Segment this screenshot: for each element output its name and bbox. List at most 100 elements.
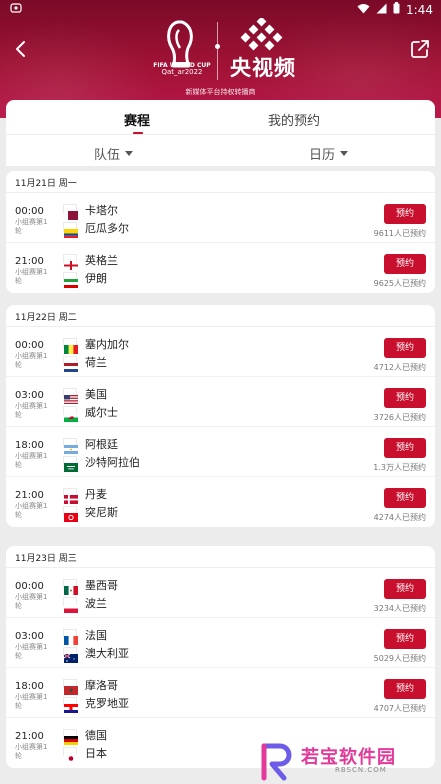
team-away: 威尔士 [85, 406, 118, 419]
team-home: 卡塔尔 [85, 204, 118, 217]
day-group: 11月22日 周二 00:00 小组赛第1轮 塞内加尔 荷兰 预约 4712人已预约 03:0… [6, 305, 435, 527]
reserve-button[interactable]: 预约 [384, 679, 426, 699]
filter-calendar-label: 日历 [309, 148, 336, 163]
japan-flag-icon [63, 747, 78, 763]
reserve-button[interactable]: 预约 [384, 254, 426, 274]
reserve-button[interactable]: 预约 [384, 338, 426, 358]
hero-subtitle: 新媒体平台持权转播商 [185, 88, 256, 96]
match-time: 03:00 [15, 631, 44, 642]
denmark-flag-icon [63, 488, 78, 504]
match-row[interactable]: 18:00 小组赛第1轮 阿根廷 沙特阿拉伯 预约 1.3万人已预约 [6, 427, 435, 477]
match-row[interactable]: 03:00 小组赛第1轮 法国 澳大利亚 预约 5029人已预约 [6, 618, 435, 668]
match-row[interactable]: 18:00 小组赛第1轮 摩洛哥 克罗地亚 预约 4707人已预约 [6, 668, 435, 718]
signal-icon [376, 3, 387, 17]
day-group: 11月21日 周一 00:00 小组赛第1轮 卡塔尔 厄瓜多尔 预约 9611人已预约 21:… [6, 171, 435, 293]
match-time: 00:00 [15, 581, 44, 592]
caret-down-icon [125, 151, 134, 156]
team-away: 厄瓜多尔 [85, 222, 129, 235]
match-stage: 小组赛第1轮 [15, 402, 48, 419]
battery-icon [393, 2, 400, 17]
filter-team-dropdown[interactable]: 队伍 [94, 144, 134, 163]
match-stage: 小组赛第1轮 [15, 452, 48, 469]
poland-flag-icon [63, 597, 78, 613]
team-home: 摩洛哥 [85, 679, 118, 692]
chevron-left-icon [16, 41, 25, 57]
match-stage: 小组赛第1轮 [15, 693, 48, 710]
reservation-count: 3234人已预约 [373, 604, 426, 613]
team-away: 日本 [85, 747, 107, 760]
france-flag-icon [63, 629, 78, 645]
reserve-button[interactable]: 预约 [384, 388, 426, 408]
world-cup-subtitle: Qat_ar2022 [161, 68, 203, 76]
reserve-button[interactable]: 预约 [384, 629, 426, 649]
share-button[interactable] [409, 38, 431, 60]
match-time: 00:00 [15, 340, 44, 351]
match-stage: 小组赛第1轮 [15, 352, 48, 369]
team-home: 德国 [85, 729, 107, 742]
usa-flag-icon [63, 388, 78, 404]
ecuador-flag-icon [63, 222, 78, 238]
team-away: 澳大利亚 [85, 647, 129, 660]
match-time: 00:00 [15, 206, 44, 217]
reserve-button[interactable]: 预约 [384, 579, 426, 599]
tabs-card: 赛程 我的预约 队伍 日历 [6, 100, 435, 166]
reservation-count: 4712人已预约 [373, 363, 426, 372]
reservation-count: 3726人已预约 [373, 413, 426, 422]
reserve-button[interactable]: 预约 [384, 438, 426, 458]
saudi-flag-icon [63, 456, 78, 472]
team-away: 伊朗 [85, 272, 107, 285]
match-row[interactable]: 00:00 小组赛第1轮 卡塔尔厄瓜多尔 预约 9611人已预约 [6, 193, 435, 243]
match-row[interactable]: 21:00 小组赛第1轮 丹麦突尼斯 预约 4274人已预约 [6, 477, 435, 527]
tab-my-reservations-label: 我的预约 [268, 114, 321, 129]
cctv-logo-icon [240, 18, 283, 51]
day-date-header: 11月22日 周二 [6, 305, 435, 327]
match-row[interactable]: 03:00 小组赛第1轮 美国 威尔士 预约 3726人已预约 [6, 377, 435, 427]
wales-flag-icon [63, 406, 78, 422]
reserve-button[interactable]: 预约 [384, 488, 426, 508]
team-away: 沙特阿拉伯 [85, 456, 140, 469]
back-button[interactable] [8, 36, 34, 62]
day-date-header: 11月23日 周三 [6, 546, 435, 568]
match-row[interactable]: 00:00 小组赛第1轮 墨西哥 波兰 预约 3234人已预约 [6, 568, 435, 618]
reservation-count: 4274人已预约 [373, 513, 426, 522]
match-row[interactable]: 21:00 小组赛第1轮 英格兰 伊朗 预约 9625人已预约 [6, 243, 435, 293]
reservation-count: 4707人已预约 [373, 704, 426, 713]
team-away: 克罗地亚 [85, 697, 129, 710]
logo-divider-dot [215, 44, 220, 49]
team-away: 荷兰 [85, 356, 107, 369]
reservation-count: 9611人已预约 [373, 229, 426, 238]
day-group: 11月23日 周三 00:00 小组赛第1轮 墨西哥 波兰 预约 3234人已预约 03:00… [6, 546, 435, 768]
filter-calendar-dropdown[interactable]: 日历 [309, 144, 349, 163]
match-time: 21:00 [15, 490, 44, 501]
team-away: 突尼斯 [85, 506, 118, 519]
croatia-flag-icon [63, 697, 78, 713]
match-stage: 小组赛第1轮 [15, 593, 48, 610]
match-stage: 小组赛第1轮 [15, 643, 48, 660]
tab-schedule[interactable]: 赛程 [124, 110, 150, 135]
team-home: 塞内加尔 [85, 338, 129, 351]
reserve-button[interactable]: 预约 [384, 204, 426, 224]
tab-my-reservations[interactable]: 我的预约 [268, 110, 320, 129]
reservation-count: 9625人已预约 [373, 279, 426, 288]
team-home: 丹麦 [85, 488, 107, 501]
england-flag-icon [63, 254, 78, 270]
team-home: 法国 [85, 629, 107, 642]
match-stage: 小组赛第1轮 [15, 743, 48, 760]
caret-down-icon [340, 151, 349, 156]
brand-name: 央视频 [230, 56, 296, 80]
match-row[interactable]: 00:00 小组赛第1轮 塞内加尔荷兰 预约 4712人已预约 [6, 327, 435, 377]
iran-flag-icon [63, 272, 78, 288]
match-time: 21:00 [15, 256, 44, 267]
status-time: 1:44 [406, 2, 433, 17]
tab-divider [6, 134, 435, 135]
qatar-flag-icon [63, 204, 78, 220]
match-time: 03:00 [15, 390, 44, 401]
senegal-flag-icon [63, 338, 78, 354]
match-stage: 小组赛第1轮 [15, 502, 48, 519]
match-stage: 小组赛第1轮 [15, 218, 48, 235]
wifi-icon [357, 3, 370, 17]
match-time: 18:00 [15, 440, 44, 451]
share-icon [411, 40, 429, 58]
argentina-flag-icon [63, 438, 78, 454]
filter-team-label: 队伍 [94, 148, 121, 163]
